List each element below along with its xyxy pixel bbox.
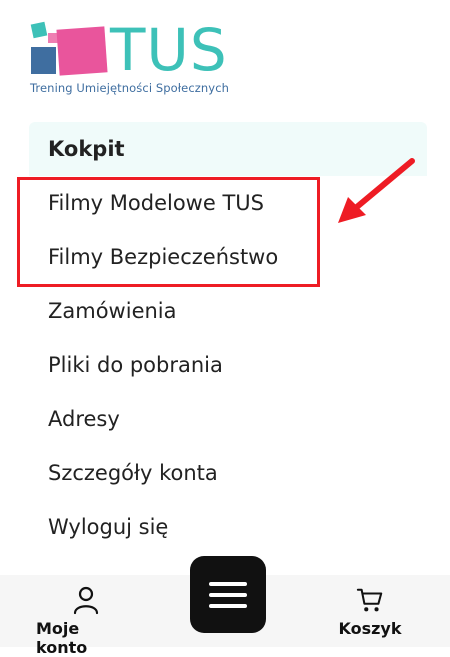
main-menu-button[interactable] (190, 556, 266, 633)
menu-item-adresy[interactable]: Adresy (29, 392, 427, 446)
menu-item-szczegoly-konta[interactable]: Szczegóły konta (29, 446, 427, 500)
cart-icon (356, 588, 383, 612)
my-account-label: Moje konto (36, 619, 88, 657)
user-icon (73, 586, 99, 615)
annotation-highlight-box (17, 177, 320, 287)
annotation-arrow-icon (338, 158, 415, 223)
logo-mark-icon (28, 20, 108, 80)
cart-label: Koszyk (338, 619, 402, 638)
logo-tagline: Trening Umiejętności Społecznych (30, 81, 230, 95)
menu-item-pliki[interactable]: Pliki do pobrania (29, 338, 427, 392)
hamburger-icon (209, 581, 247, 586)
logo-wordmark: TUS (110, 16, 228, 84)
menu-item-zamowienia[interactable]: Zamówienia (29, 284, 427, 338)
my-account-button[interactable]: Moje konto (36, 585, 136, 657)
site-logo[interactable]: TUS Trening Umiejętności Społecznych (28, 16, 248, 96)
menu-item-wyloguj[interactable]: Wyloguj się (29, 500, 427, 554)
cart-button[interactable]: Koszyk (330, 585, 410, 638)
